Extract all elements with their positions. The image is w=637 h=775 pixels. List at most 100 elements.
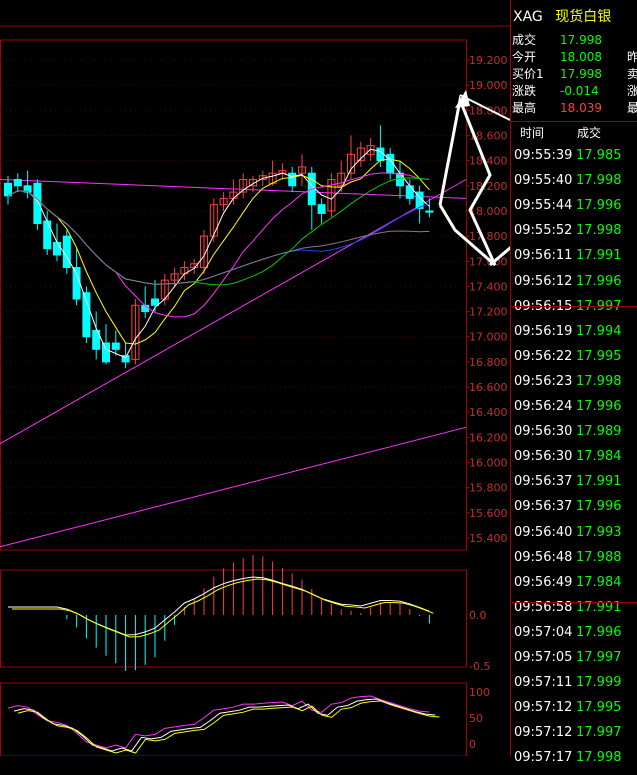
y-tick-label: 15.400 — [469, 532, 508, 545]
macd-dif-line — [8, 576, 430, 636]
ticks-price-header: 成交 — [577, 126, 602, 140]
quote-label: 成交 — [512, 33, 537, 47]
quote-value: 17.998 — [560, 33, 602, 47]
main-plot-frame — [0, 39, 467, 551]
tick-price: 17.996 — [576, 499, 622, 515]
divider — [510, 121, 637, 122]
candle-down — [151, 298, 159, 306]
tick-time: 09:57:04 — [514, 624, 573, 640]
tick-row: 09:56:19 17.994 — [514, 324, 622, 349]
y-tick-label: 17.000 — [469, 331, 508, 344]
tick-time: 09:56:30 — [514, 424, 573, 440]
tick-row: 09:57:05 17.997 — [514, 650, 622, 675]
quote-label: 今开 — [512, 50, 537, 64]
quote-row: 涨跌 -0.014 涨 — [512, 82, 637, 99]
y-tick-label: 19.200 — [469, 54, 508, 67]
divider — [510, 306, 637, 307]
tick-time: 09:56:30 — [514, 449, 573, 465]
candle-down — [4, 182, 12, 197]
tick-row: 09:56:12 17.996 — [514, 274, 622, 299]
tick-row: 09:55:39 17.985 — [514, 148, 622, 173]
candle-down — [376, 147, 385, 162]
chart-area[interactable]: 19.200 19.000 18.800 18.600 18.400 18.200 18.0… — [0, 0, 600, 757]
candle-down — [288, 172, 297, 187]
candle-down — [43, 220, 52, 250]
tick-time: 09:57:05 — [514, 650, 573, 665]
tick-price: 17.995 — [576, 700, 622, 716]
y-tick-label: 16.800 — [469, 356, 508, 369]
tick-price: 17.995 — [576, 348, 622, 364]
tick-row: 09:56:22 17.995 — [514, 349, 622, 374]
candle-down — [405, 185, 414, 199]
tick-time: 09:56:37 — [514, 474, 573, 490]
tick-time: 09:57:17 — [514, 750, 573, 766]
tick-row: 09:56:24 17.996 — [514, 399, 622, 424]
tick-row: 09:56:11 17.991 — [514, 248, 622, 273]
tick-time: 09:56:12 — [514, 273, 573, 289]
quote-label: 涨跌 — [512, 84, 537, 98]
tick-time: 09:55:52 — [514, 223, 573, 239]
ma-line-green — [7, 177, 430, 286]
tick-price: 17.989 — [576, 424, 622, 440]
tick-time: 09:56:37 — [514, 499, 573, 515]
tick-row: 09:56:30 17.984 — [514, 449, 622, 474]
kdj-tick-label: 100 — [469, 686, 490, 699]
candle-down — [62, 235, 71, 269]
tick-price: 17.991 — [576, 248, 622, 264]
candle-down — [425, 210, 434, 213]
tick-price: 17.997 — [576, 650, 622, 665]
candle-down — [33, 182, 42, 225]
candle-down — [396, 172, 404, 187]
panel-divider — [510, 0, 511, 756]
chart-svg: 19.20019.00018.80018.60018.40018.20018.0… — [0, 25, 600, 757]
quote-row: 最高 18.039 最 — [512, 99, 637, 116]
y-tick-label: 16.400 — [469, 406, 508, 419]
y-tick-label: 16.600 — [469, 381, 508, 394]
y-tick-label: 18.400 — [469, 155, 508, 168]
candle-down — [13, 179, 22, 187]
y-tick-label: 17.400 — [469, 280, 508, 293]
instrument-name: 现货白银 — [555, 9, 612, 25]
y-tick-label: 19.000 — [469, 79, 508, 92]
tick-price: 17.994 — [576, 323, 622, 339]
tick-price: 17.984 — [576, 449, 622, 465]
tick-time: 09:57:11 — [514, 675, 573, 691]
tick-row: 09:55:44 17.996 — [514, 198, 622, 223]
tick-row: 09:57:17 17.998 — [514, 750, 622, 775]
tick-price: 17.997 — [576, 725, 622, 741]
tick-price: 17.993 — [576, 524, 622, 540]
quote-panel: XAG 现货白银 成交 17.998 今开 18.008 昨买价1 17.998 卖涨跌 -0… — [510, 0, 637, 765]
quote-extra-label: 昨 — [627, 50, 637, 64]
quote-extra-label: 涨 — [627, 84, 637, 98]
tick-row: 09:55:52 17.998 — [514, 223, 622, 248]
tick-row: 09:56:48 17.988 — [514, 550, 622, 575]
kdj-tick-label: 50 — [469, 712, 483, 725]
tick-time: 09:55:44 — [514, 198, 573, 214]
tick-price: 17.998 — [576, 750, 622, 766]
quote-row: 买价1 17.998 卖 — [512, 65, 637, 82]
tick-row: 09:55:40 17.998 — [514, 173, 622, 198]
y-tick-label: 16.200 — [469, 431, 508, 444]
y-tick-label: 17.800 — [469, 230, 508, 243]
tick-time: 09:56:49 — [514, 574, 573, 590]
quote-header: XAG 现货白银 — [513, 6, 611, 26]
tick-price: 17.999 — [576, 675, 622, 691]
quote-value: 17.998 — [560, 67, 602, 81]
tick-row: 09:56:30 17.989 — [514, 424, 622, 449]
tick-row: 09:56:58 17.991 — [514, 600, 622, 625]
tick-price: 17.998 — [576, 223, 622, 239]
tick-row: 09:57:12 17.995 — [514, 700, 622, 725]
tick-time: 09:57:12 — [514, 725, 573, 741]
candle-down — [111, 342, 120, 350]
tick-time: 09:56:19 — [514, 323, 573, 339]
annotation-arrowhead — [455, 90, 470, 108]
tick-price: 17.991 — [576, 474, 622, 490]
tick-price: 17.998 — [576, 173, 622, 189]
tick-price: 17.996 — [576, 273, 622, 289]
quote-value: 18.008 — [560, 50, 602, 64]
ma-line-white — [7, 148, 430, 359]
quote-extra-label: 卖 — [627, 67, 637, 81]
tick-row: 09:57:04 17.996 — [514, 625, 622, 650]
tick-time: 09:56:40 — [514, 524, 573, 540]
quote-row: 今开 18.008 昨 — [512, 48, 637, 65]
